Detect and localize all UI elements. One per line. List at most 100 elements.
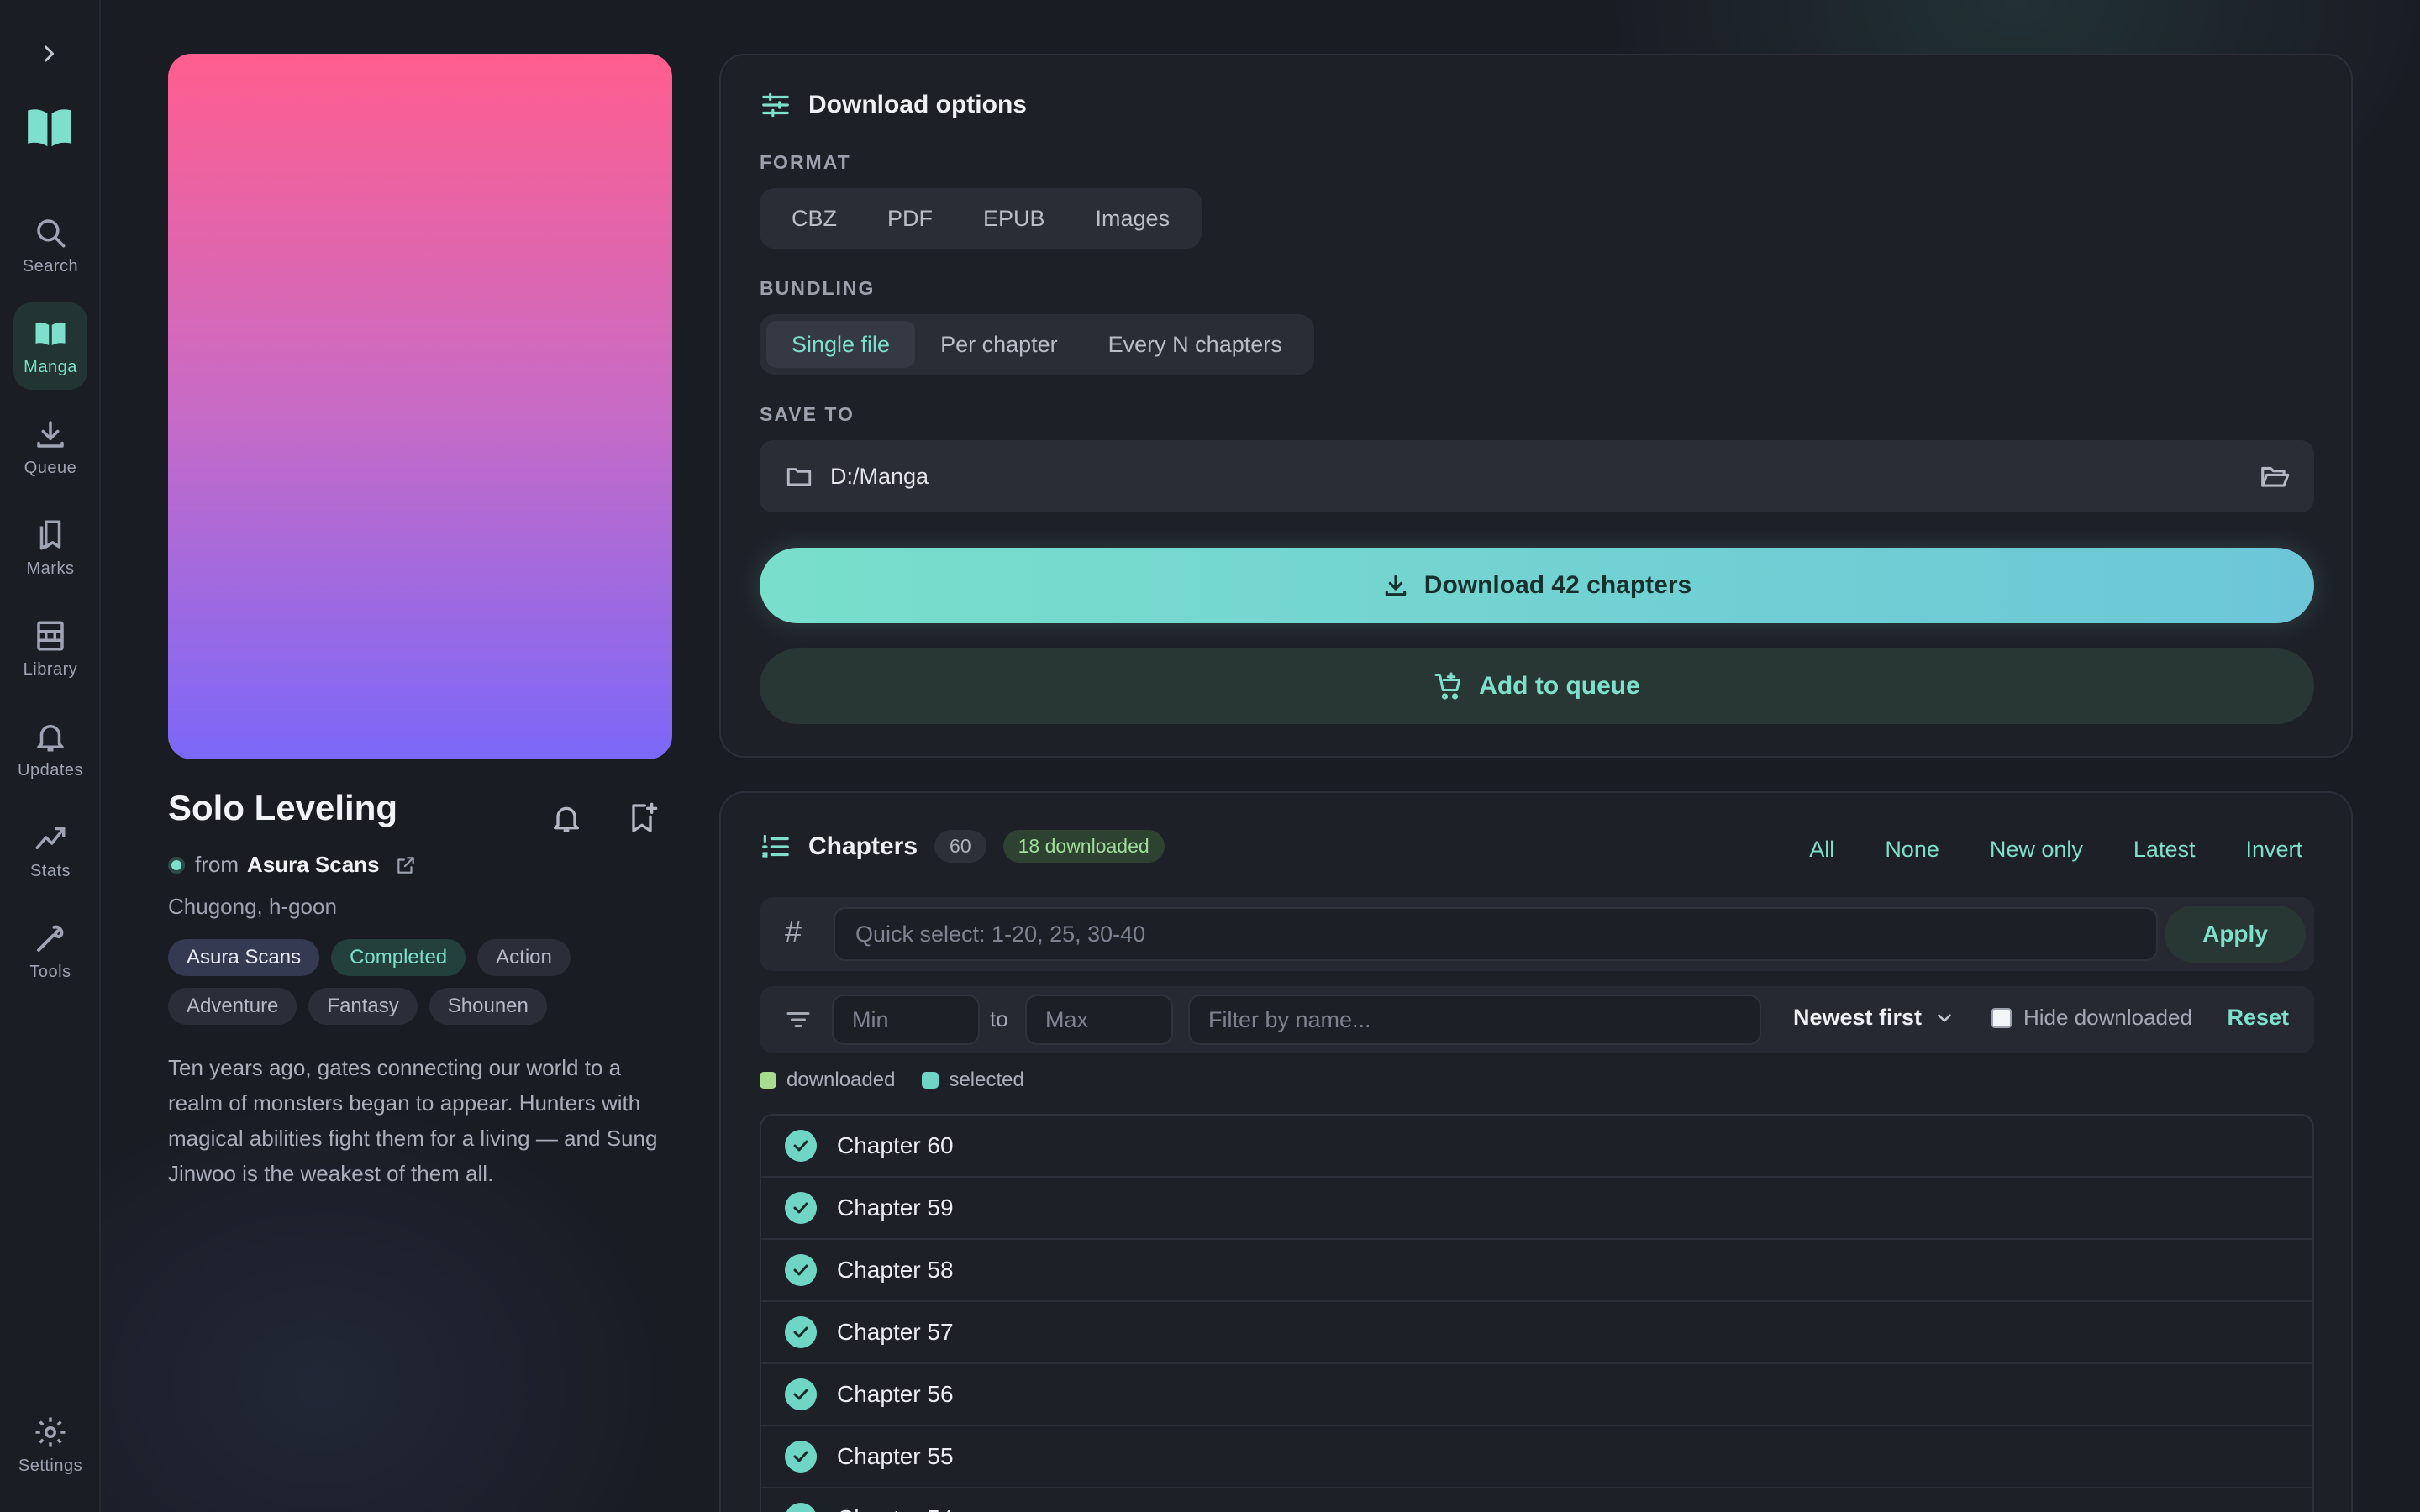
sidebar-item-label: Search xyxy=(22,256,79,276)
hide-downloaded-label: Hide downloaded xyxy=(2023,1005,2192,1030)
library-icon xyxy=(37,621,64,650)
check-icon[interactable] xyxy=(785,1316,817,1348)
bundling-option-every-n[interactable]: Every N chapters xyxy=(1083,321,1307,368)
sidebar-item-settings[interactable]: Settings xyxy=(13,1401,87,1488)
save-path-value: D:/Manga xyxy=(830,463,929,489)
max-chapter-input[interactable] xyxy=(1025,995,1173,1045)
sort-dropdown[interactable]: Newest first xyxy=(1793,1005,1955,1031)
tag-source[interactable]: Asura Scans xyxy=(168,939,320,976)
hash-icon: # xyxy=(785,914,802,948)
sliders-icon xyxy=(762,92,789,118)
check-icon[interactable] xyxy=(785,1441,817,1473)
sidebar-item-manga[interactable]: Manga xyxy=(13,302,87,390)
notify-button[interactable] xyxy=(544,796,588,840)
cart-plus-icon xyxy=(1434,672,1461,700)
chapter-name: Chapter 57 xyxy=(837,1319,954,1345)
sort-value: Newest first xyxy=(1793,1005,1923,1030)
select-latest-link[interactable]: Latest xyxy=(2133,837,2196,863)
apply-button[interactable]: Apply xyxy=(2165,906,2306,963)
manga-description: Ten years ago, gates connecting our worl… xyxy=(168,1055,658,1186)
folder-open-icon[interactable] xyxy=(2259,460,2291,492)
sidebar-item-queue[interactable]: Queue xyxy=(13,403,87,491)
chapter-row[interactable]: Chapter 55 xyxy=(761,1426,2312,1488)
chapter-row[interactable]: Chapter 60 xyxy=(761,1116,2312,1178)
download-chapters-button[interactable]: Download 42 chapters xyxy=(760,548,2314,623)
manga-title: Solo Leveling xyxy=(168,788,398,827)
add-to-queue-button[interactable]: Add to queue xyxy=(760,648,2314,724)
chapters-title: Chapters xyxy=(808,832,918,860)
sidebar-item-stats[interactable]: Stats xyxy=(13,806,87,894)
bookmark-icon xyxy=(39,520,61,549)
sidebar-item-label: Updates xyxy=(18,760,83,780)
chapter-row[interactable]: Chapter 59 xyxy=(761,1178,2312,1240)
check-icon[interactable] xyxy=(785,1130,817,1162)
select-none-link[interactable]: None xyxy=(1885,837,1939,863)
chapter-row[interactable]: Chapter 54 xyxy=(761,1488,2312,1512)
chapter-name: Chapter 58 xyxy=(837,1257,954,1283)
bundling-option-per-chapter[interactable]: Per chapter xyxy=(915,321,1083,368)
chevron-right-icon xyxy=(45,45,55,62)
save-path-field[interactable]: D:/Manga xyxy=(760,440,2314,512)
download-icon xyxy=(1385,575,1407,596)
source-link[interactable]: Asura Scans xyxy=(247,852,380,878)
bundling-selector: Single file Per chapter Every N chapters xyxy=(760,314,1314,375)
format-option-epub[interactable]: EPUB xyxy=(958,195,1071,242)
queue-button-label: Add to queue xyxy=(1479,672,1640,700)
select-new-only-link[interactable]: New only xyxy=(1990,837,2083,863)
sidebar-item-marks[interactable]: Marks xyxy=(13,504,87,591)
sidebar-item-search[interactable]: Search xyxy=(13,202,87,289)
quick-select-input[interactable] xyxy=(834,907,2158,961)
tag-list: Asura Scans Completed Action Adventure F… xyxy=(168,939,689,1025)
sidebar-item-label: Tools xyxy=(29,962,71,981)
source-status-dot xyxy=(168,856,185,874)
sidebar-item-label: Marks xyxy=(26,559,75,578)
chapter-row[interactable]: Chapter 58 xyxy=(761,1240,2312,1302)
chapter-row[interactable]: Chapter 57 xyxy=(761,1302,2312,1364)
tag-genre[interactable]: Action xyxy=(477,939,571,976)
chapter-name: Chapter 54 xyxy=(837,1505,954,1512)
check-icon[interactable] xyxy=(785,1192,817,1224)
open-book-logo-icon xyxy=(28,109,71,147)
chapter-name: Chapter 56 xyxy=(837,1381,954,1407)
select-all-link[interactable]: All xyxy=(1809,837,1834,863)
bell-icon xyxy=(554,806,579,832)
name-filter-input[interactable] xyxy=(1188,995,1761,1045)
check-icon[interactable] xyxy=(785,1378,817,1410)
chapters-panel: Chapters 60 18 downloaded All None New o… xyxy=(719,791,2353,1512)
tag-genre[interactable]: Shounen xyxy=(429,988,547,1025)
chapter-count-badge: 60 xyxy=(934,830,986,863)
hide-downloaded-toggle[interactable]: Hide downloaded xyxy=(1991,1005,2192,1031)
chapter-row[interactable]: Chapter 56 xyxy=(761,1364,2312,1426)
reset-filters-button[interactable]: Reset xyxy=(2227,1005,2289,1031)
sidebar-item-label: Manga xyxy=(24,357,77,376)
panel-title: Download options xyxy=(808,91,1027,118)
external-link-icon[interactable] xyxy=(395,854,417,876)
app-logo xyxy=(24,101,76,153)
tag-genre[interactable]: Fantasy xyxy=(308,988,418,1025)
min-chapter-input[interactable] xyxy=(832,995,980,1045)
format-option-pdf[interactable]: PDF xyxy=(862,195,958,242)
download-options-header: Download options xyxy=(760,89,1027,121)
check-icon[interactable] xyxy=(785,1254,817,1286)
format-option-cbz[interactable]: CBZ xyxy=(766,195,862,242)
sidebar-item-library[interactable]: Library xyxy=(13,605,87,692)
invert-selection-link[interactable]: Invert xyxy=(2245,837,2302,863)
folder-icon xyxy=(786,468,812,486)
tag-status[interactable]: Completed xyxy=(331,939,466,976)
tag-genre[interactable]: Adventure xyxy=(168,988,297,1025)
source-line: from Asura Scans xyxy=(168,852,417,878)
book-icon xyxy=(35,322,66,345)
list-icon xyxy=(762,834,789,858)
range-to-label: to xyxy=(990,1006,1008,1032)
download-icon xyxy=(37,420,64,448)
format-option-images[interactable]: Images xyxy=(1071,195,1196,242)
bundling-option-single-file[interactable]: Single file xyxy=(766,321,916,368)
bookmark-add-button[interactable] xyxy=(620,796,664,840)
bundling-label: BUNDLING xyxy=(760,277,876,299)
hide-downloaded-checkbox[interactable] xyxy=(1991,1007,2012,1028)
filter-icon xyxy=(786,1012,810,1027)
check-icon[interactable] xyxy=(785,1503,817,1512)
sidebar-item-tools[interactable]: Tools xyxy=(13,907,87,995)
sidebar-item-updates[interactable]: Updates xyxy=(13,706,87,793)
sidebar-expand-button[interactable] xyxy=(34,39,64,69)
